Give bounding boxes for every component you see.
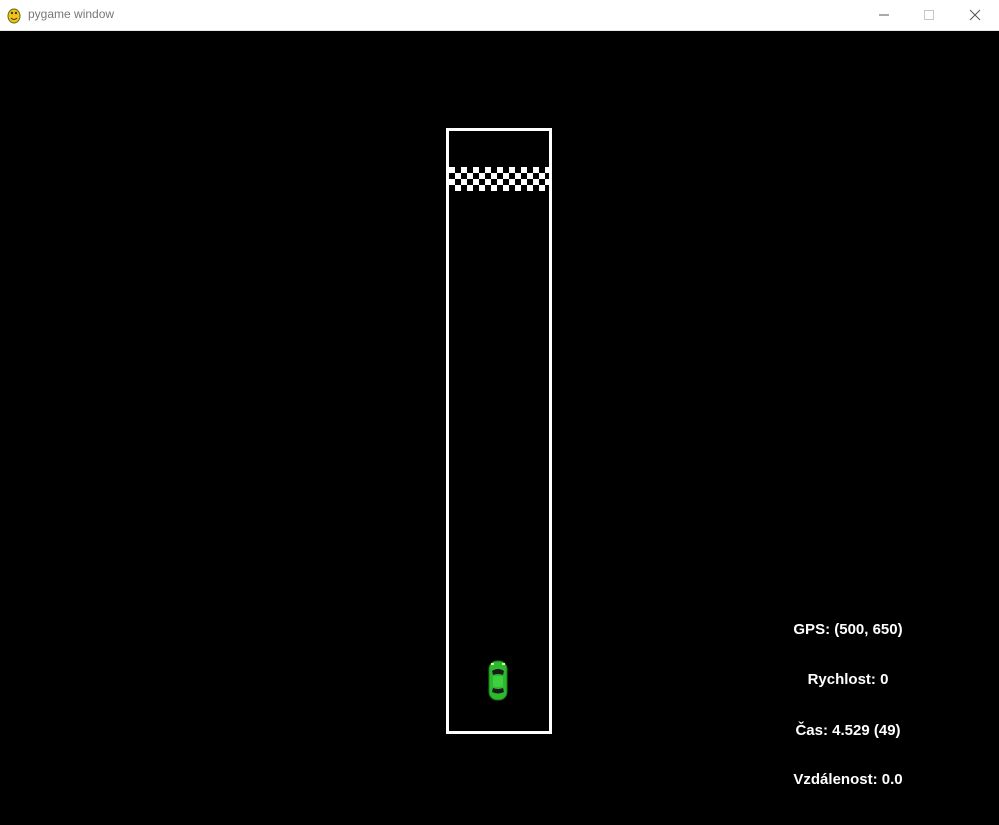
maximize-button[interactable] xyxy=(906,0,952,30)
distance-readout: Vzdálenost: 0.0 xyxy=(793,771,903,788)
close-icon xyxy=(969,9,981,21)
car-sprite xyxy=(488,660,508,701)
time-readout: Čas: 4.529 (49) xyxy=(795,722,901,739)
speed-readout: Rychlost: 0 xyxy=(807,671,889,688)
pygame-snake-icon xyxy=(7,8,21,24)
finish-line xyxy=(449,167,549,191)
window-title: pygame window xyxy=(28,7,115,21)
minimize-button[interactable] xyxy=(861,0,907,30)
gps-readout: GPS: (500, 650) xyxy=(793,621,903,638)
race-track xyxy=(446,128,552,734)
minimize-icon xyxy=(879,14,889,16)
close-button[interactable] xyxy=(952,0,998,30)
maximize-icon xyxy=(924,10,934,20)
title-bar[interactable]: pygame window xyxy=(0,0,999,31)
